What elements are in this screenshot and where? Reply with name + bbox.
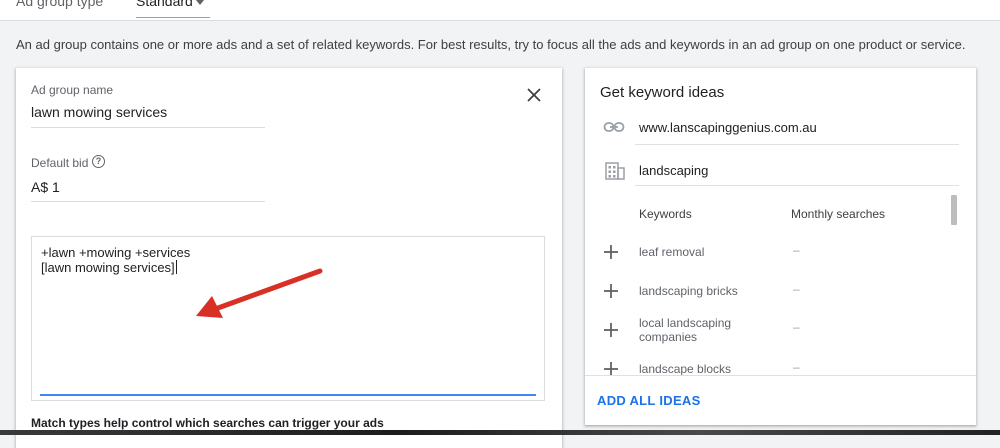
keyword-line-text: [lawn mowing services] [41,260,175,275]
building-icon [605,162,625,180]
product-input[interactable]: landscaping [639,163,708,178]
keyword-ideas-title: Get keyword ideas [600,84,725,101]
keyword-idea-name: local landscaping [639,316,732,330]
keyword-ideas-card: Get keyword ideas www.lanscapinggenius.c… [585,68,976,425]
default-bid-underline [31,201,265,202]
ad-group-name-label: Ad group name [31,83,114,97]
keyword-idea-monthly: – [793,360,800,374]
keyword-idea-name: landscape blocks [639,362,732,376]
ad-group-type-bar: Ad group type Standard [0,0,1000,21]
ad-group-card: Ad group name lawn mowing services Defau… [16,68,562,448]
textarea-focus-underline [40,394,536,396]
help-icon[interactable]: ? [92,155,105,168]
ad-group-name-input[interactable]: lawn mowing services [31,104,167,120]
keyword-idea-monthly: – [793,243,800,257]
close-icon[interactable] [524,85,544,105]
keyword-idea-name: landscaping bricks [639,284,738,298]
link-icon [603,122,625,132]
add-all-ideas-button[interactable]: ADD ALL IDEAS [597,393,701,408]
select-underline [136,17,210,18]
default-bid-label: Default bid [31,156,89,170]
keyword-line: [lawn mowing services] [41,260,177,275]
card-footer-divider [585,375,976,376]
website-input[interactable]: www.lanscapinggenius.com.au [639,120,817,135]
column-header-keywords[interactable]: Keywords [639,207,692,221]
chevron-down-icon[interactable] [196,0,204,5]
ad-group-type-label: Ad group type [16,0,104,9]
scrollbar-thumb[interactable] [951,195,957,225]
keyword-idea-monthly: – [793,320,800,334]
plus-icon[interactable] [603,244,619,260]
ad-group-name-underline [31,127,265,128]
column-header-monthly-searches[interactable]: Monthly searches [791,207,885,221]
annotation-arrow-icon [196,268,323,318]
keyword-idea-monthly: – [793,282,800,296]
match-types-note: Match types help control which searches … [31,416,384,430]
keyword-idea-name: companies [639,330,698,344]
ad-group-description: An ad group contains one or more ads and… [16,37,966,52]
text-cursor [175,260,177,274]
desktop-background-strip [0,430,1000,435]
keyword-line: +lawn +mowing +services [41,245,191,260]
website-underline [635,144,959,145]
keyword-idea-name: leaf removal [639,245,705,259]
plus-icon[interactable] [603,283,619,299]
product-underline [635,185,959,186]
default-bid-input[interactable]: A$ 1 [31,179,60,195]
ad-group-type-select[interactable]: Standard [136,0,193,9]
plus-icon[interactable] [603,322,619,338]
